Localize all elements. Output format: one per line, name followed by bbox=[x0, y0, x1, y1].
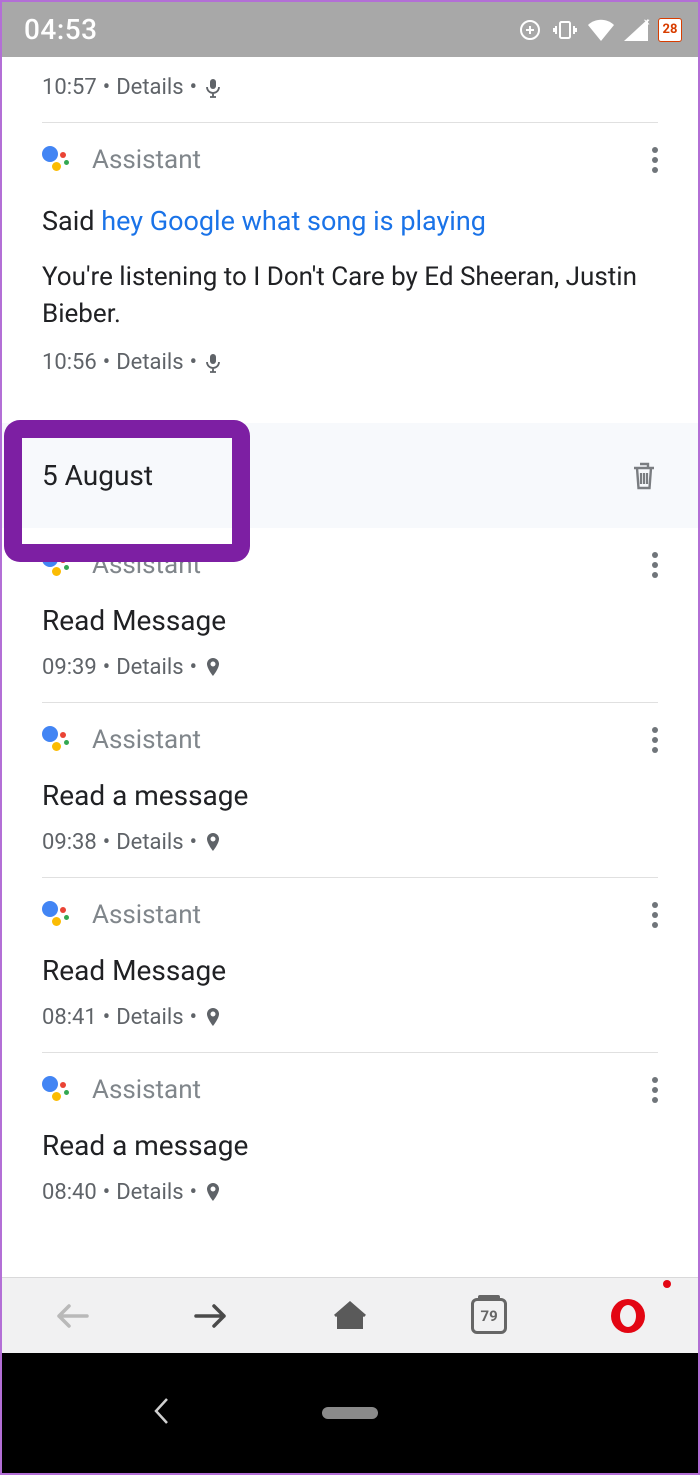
assistant-icon bbox=[42, 1076, 70, 1104]
signal-icon: × bbox=[624, 19, 648, 41]
status-time: 04:53 bbox=[24, 13, 98, 46]
activity-meta: 10:56 • Details • bbox=[2, 332, 698, 375]
activity-meta: 08:41 • Details • bbox=[2, 987, 698, 1030]
browser-bottom-bar: 79 bbox=[2, 1277, 698, 1353]
activity-source: Assistant bbox=[92, 550, 201, 580]
assistant-icon bbox=[42, 901, 70, 929]
more-options-icon[interactable] bbox=[652, 902, 658, 928]
status-icons: × 28 bbox=[518, 18, 682, 42]
activity-title: Read a message bbox=[2, 1105, 698, 1162]
status-bar: 04:53 × 28 bbox=[2, 2, 698, 57]
delete-icon[interactable] bbox=[630, 460, 658, 492]
activity-title: Read Message bbox=[2, 930, 698, 987]
browser-forward-button[interactable] bbox=[176, 1288, 246, 1344]
activity-meta: 09:38 • Details • bbox=[2, 812, 698, 855]
date-header: 5 August bbox=[2, 423, 698, 528]
details-link[interactable]: Details bbox=[116, 75, 183, 100]
activity-source: Assistant bbox=[92, 145, 201, 175]
activity-time: 10:57 bbox=[42, 75, 97, 100]
android-back-button[interactable] bbox=[152, 1396, 170, 1430]
query-text[interactable]: hey Google what song is playing bbox=[101, 205, 486, 237]
activity-title: Read a message bbox=[2, 755, 698, 812]
activity-list[interactable]: 10:57 • Details • Assistant Said hey Goo… bbox=[2, 57, 698, 1277]
activity-source: Assistant bbox=[92, 900, 201, 930]
activity-title: Read Message bbox=[2, 580, 698, 637]
activity-meta: 10:57 • Details • bbox=[2, 57, 698, 100]
notification-dot bbox=[663, 1280, 671, 1288]
vibrate-icon bbox=[552, 18, 578, 42]
more-options-icon[interactable] bbox=[652, 1077, 658, 1103]
details-link[interactable]: Details bbox=[116, 1180, 183, 1205]
activity-source: Assistant bbox=[92, 1075, 201, 1105]
browser-tabs-button[interactable]: 79 bbox=[454, 1288, 524, 1344]
android-nav-bar bbox=[2, 1353, 698, 1473]
details-link[interactable]: Details bbox=[116, 655, 183, 680]
more-options-icon[interactable] bbox=[652, 147, 658, 173]
assistant-icon bbox=[42, 146, 70, 174]
activity-item[interactable]: Assistant bbox=[2, 123, 698, 175]
activity-item[interactable]: Assistant bbox=[2, 703, 698, 755]
opera-icon bbox=[611, 1299, 645, 1333]
calendar-icon: 28 bbox=[658, 18, 682, 42]
tab-count: 79 bbox=[471, 1298, 507, 1334]
assistant-icon bbox=[42, 726, 70, 754]
more-options-icon[interactable] bbox=[652, 552, 658, 578]
activity-item[interactable]: Assistant bbox=[2, 1053, 698, 1105]
mic-icon bbox=[205, 78, 221, 98]
data-saver-icon bbox=[518, 18, 542, 42]
location-icon bbox=[205, 1183, 221, 1203]
details-link[interactable]: Details bbox=[116, 1005, 183, 1030]
details-link[interactable]: Details bbox=[116, 350, 183, 375]
activity-meta: 08:40 • Details • bbox=[2, 1162, 698, 1205]
activity-time: 08:41 bbox=[42, 1005, 97, 1030]
location-icon bbox=[205, 833, 221, 853]
activity-source: Assistant bbox=[92, 725, 201, 755]
android-home-pill[interactable] bbox=[322, 1407, 378, 1419]
activity-item[interactable]: Assistant bbox=[2, 878, 698, 930]
activity-item[interactable]: Assistant bbox=[2, 528, 698, 580]
date-label: 5 August bbox=[42, 459, 153, 492]
activity-time: 09:39 bbox=[42, 655, 97, 680]
assistant-icon bbox=[42, 551, 70, 579]
location-icon bbox=[205, 658, 221, 678]
more-options-icon[interactable] bbox=[652, 727, 658, 753]
activity-time: 09:38 bbox=[42, 830, 97, 855]
browser-menu-button[interactable] bbox=[593, 1288, 663, 1344]
details-link[interactable]: Details bbox=[116, 830, 183, 855]
location-icon bbox=[205, 1008, 221, 1028]
activity-query: Said hey Google what song is playing bbox=[2, 175, 698, 239]
wifi-icon bbox=[588, 19, 614, 41]
said-label: Said bbox=[42, 205, 95, 237]
browser-back-button[interactable] bbox=[37, 1288, 107, 1344]
browser-home-button[interactable] bbox=[315, 1288, 385, 1344]
mic-icon bbox=[205, 353, 221, 373]
activity-response: You're listening to I Don't Care by Ed S… bbox=[2, 239, 698, 332]
activity-time: 10:56 bbox=[42, 350, 97, 375]
activity-time: 08:40 bbox=[42, 1180, 97, 1205]
activity-meta: 09:39 • Details • bbox=[2, 637, 698, 680]
